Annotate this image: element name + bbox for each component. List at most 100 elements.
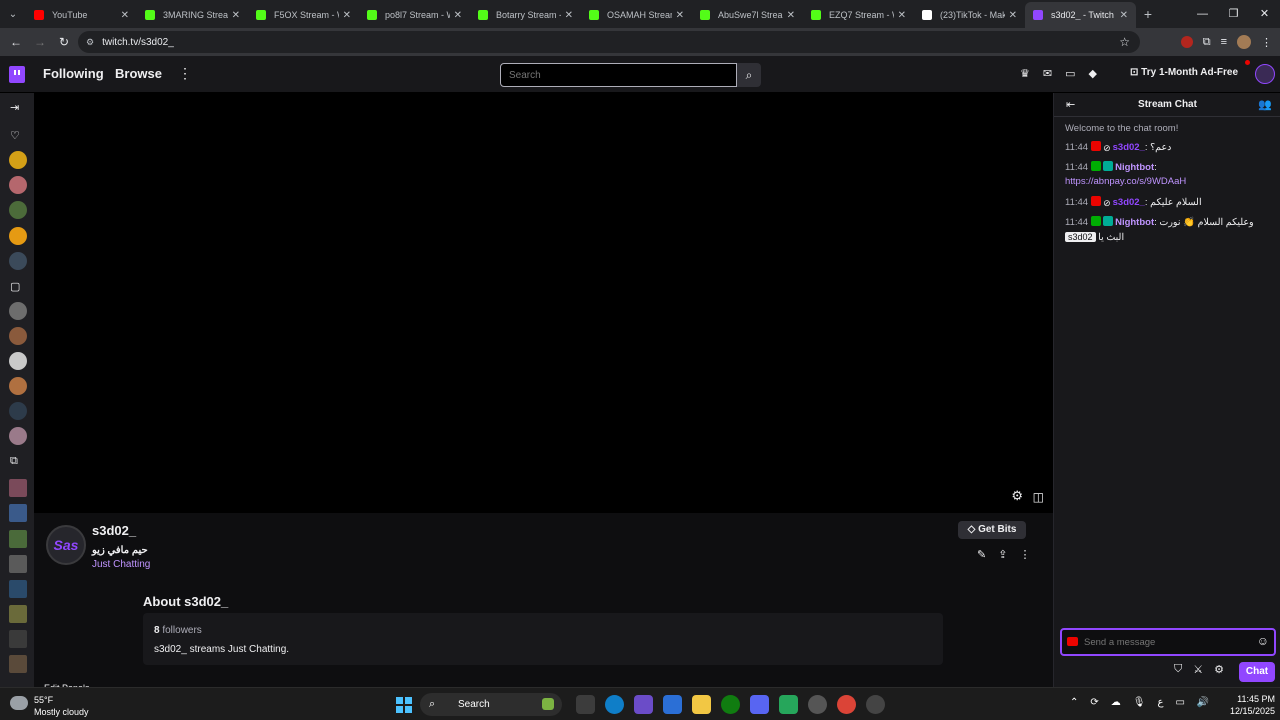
chat-username[interactable]: s3d02_ [1113, 197, 1145, 208]
emote-picker-icon[interactable]: ☺ [1257, 634, 1269, 648]
heart-icon[interactable]: ♡ [10, 129, 20, 142]
close-tab-icon[interactable]: ✕ [565, 10, 573, 21]
reload-icon[interactable]: ↻ [52, 35, 76, 49]
chat-username[interactable]: Nightbot [1115, 217, 1154, 228]
more-options-icon[interactable]: ⋮ [1019, 548, 1030, 561]
app-icon[interactable] [779, 695, 798, 714]
twitch-logo-icon[interactable] [9, 66, 25, 83]
close-tab-icon[interactable]: ✕ [787, 10, 795, 21]
settings-gear-icon[interactable]: ⚙ [1011, 488, 1023, 504]
bookmark-star-icon[interactable]: ☆ [1119, 35, 1130, 49]
browser-tab[interactable]: 3MARING Stream - W ✕ [137, 2, 248, 28]
category-thumbnail[interactable] [9, 655, 27, 673]
forward-icon[interactable]: → [28, 35, 52, 49]
inbox-icon[interactable]: ✉ [1043, 67, 1052, 80]
channel-avatar[interactable] [9, 227, 27, 245]
whispers-icon[interactable]: ▭ [1065, 67, 1075, 80]
channel-avatar[interactable] [9, 201, 27, 219]
taskbar-clock[interactable]: 11:45 PM 12/15/2025 [1225, 693, 1275, 717]
broadcaster-badge-icon[interactable] [1091, 196, 1102, 206]
browser-menu-icon[interactable]: ⋮ [1261, 36, 1272, 49]
store-icon[interactable] [663, 695, 682, 714]
close-tab-icon[interactable]: ✕ [232, 10, 240, 21]
close-tab-icon[interactable]: ✕ [1009, 10, 1017, 21]
maximize-button[interactable]: ❐ [1218, 0, 1249, 28]
sync-icon[interactable]: ⟳ [1090, 697, 1098, 708]
verified-badge-icon[interactable] [1091, 161, 1102, 171]
close-tab-icon[interactable]: ✕ [343, 10, 351, 21]
browser-tab[interactable]: Botarry Stream - W ✕ [470, 2, 581, 28]
channel-avatar[interactable] [9, 327, 27, 345]
discord-icon[interactable] [750, 695, 769, 714]
broadcaster-badge-icon[interactable] [1091, 141, 1102, 151]
close-tab-icon[interactable]: ✕ [454, 10, 462, 21]
onedrive-icon[interactable]: ☁ [1111, 697, 1121, 708]
category-thumbnail[interactable] [9, 605, 27, 623]
shield-icon[interactable]: ⛉ [1174, 663, 1182, 676]
crown-icon[interactable]: ♛ [1020, 67, 1030, 80]
message-link[interactable]: https://abnpay.co/s/9WDAaH [1065, 176, 1186, 187]
chat-send-button[interactable]: Chat [1239, 662, 1275, 682]
channel-avatar[interactable] [9, 402, 27, 420]
copilot-icon[interactable] [634, 695, 653, 714]
bot-badge-icon[interactable] [1103, 161, 1114, 171]
get-bits-button[interactable]: ◇ Get Bits [958, 521, 1026, 539]
channel-avatar[interactable] [9, 176, 27, 194]
media-control-icon[interactable]: ≡ [1221, 36, 1227, 48]
search-icon[interactable]: ⌕ [737, 63, 761, 87]
verified-badge-icon[interactable] [1091, 216, 1102, 226]
tab-search-icon[interactable]: ⌄ [0, 0, 26, 28]
user-avatar[interactable] [1255, 64, 1275, 84]
network-icon[interactable]: ▭ [1175, 697, 1184, 708]
new-tab-button[interactable]: + [1136, 6, 1160, 22]
channel-avatar[interactable] [9, 151, 27, 169]
channel-avatar[interactable] [9, 302, 27, 320]
browser-tab[interactable]: s3d02_ - Twitch ✕ [1025, 2, 1136, 28]
edge-icon[interactable] [605, 695, 624, 714]
channel-avatar[interactable] [9, 352, 27, 370]
stream-category-link[interactable]: Just Chatting [92, 559, 150, 570]
channel-name[interactable]: s3d02_ [92, 523, 136, 538]
category-thumbnail[interactable] [9, 504, 27, 522]
extension-icon[interactable] [1180, 36, 1193, 48]
category-thumbnail[interactable] [9, 479, 27, 497]
chrome-icon[interactable] [837, 695, 856, 714]
minimize-button[interactable]: — [1187, 0, 1218, 28]
channel-avatar-large[interactable]: Sas [46, 525, 86, 565]
extensions-puzzle-icon[interactable]: ⧉ [1203, 36, 1211, 49]
close-tab-icon[interactable]: ✕ [898, 10, 906, 21]
xbox-icon[interactable] [721, 695, 740, 714]
browse-link[interactable]: Browse [115, 66, 162, 81]
address-bar[interactable]: ⚙ twitch.tv/s3d02_ ☆ [78, 31, 1140, 53]
browser-tab[interactable]: po8l7 Stream - W ✕ [359, 2, 470, 28]
mod-sword-icon[interactable]: ⚔ [1193, 663, 1203, 676]
settings-icon[interactable] [866, 695, 885, 714]
browser-tab[interactable]: (23)TikTok - Make ✕ [914, 2, 1025, 28]
category-thumbnail[interactable] [9, 580, 27, 598]
user-mention[interactable]: s3d02 [1065, 232, 1096, 242]
chat-input-box[interactable]: ☺ [1060, 628, 1276, 656]
browser-tab[interactable]: AbuSwe7l Stream ✕ [692, 2, 803, 28]
community-users-icon[interactable]: 👥 [1258, 98, 1272, 111]
category-thumbnail[interactable] [9, 555, 27, 573]
more-menu-icon[interactable]: ⋮ [178, 65, 192, 82]
channel-avatar[interactable] [9, 377, 27, 395]
browser-tab[interactable]: F5OX Stream - Wa ✕ [248, 2, 359, 28]
chat-settings-gear-icon[interactable]: ⚙ [1214, 663, 1224, 676]
language-icon[interactable]: ع [1157, 697, 1163, 708]
share-icon[interactable]: ⇪ [998, 548, 1007, 561]
bits-icon[interactable]: ◆ [1089, 67, 1097, 80]
profile-avatar[interactable] [1237, 35, 1251, 49]
video-player[interactable]: ⚙ ◫ [34, 93, 1053, 513]
close-window-button[interactable]: ✕ [1249, 0, 1280, 28]
following-link[interactable]: Following [43, 66, 104, 81]
channel-avatar[interactable] [9, 427, 27, 445]
close-tab-icon[interactable]: ✕ [1120, 10, 1128, 21]
file-explorer-icon[interactable] [692, 695, 711, 714]
video-icon[interactable]: ▢ [10, 280, 20, 293]
search-input[interactable] [500, 63, 737, 87]
category-thumbnail[interactable] [9, 630, 27, 648]
clips-icon[interactable]: ⧉ [10, 455, 18, 468]
back-icon[interactable]: ← [4, 35, 28, 49]
chat-message-input[interactable] [1084, 634, 1244, 650]
